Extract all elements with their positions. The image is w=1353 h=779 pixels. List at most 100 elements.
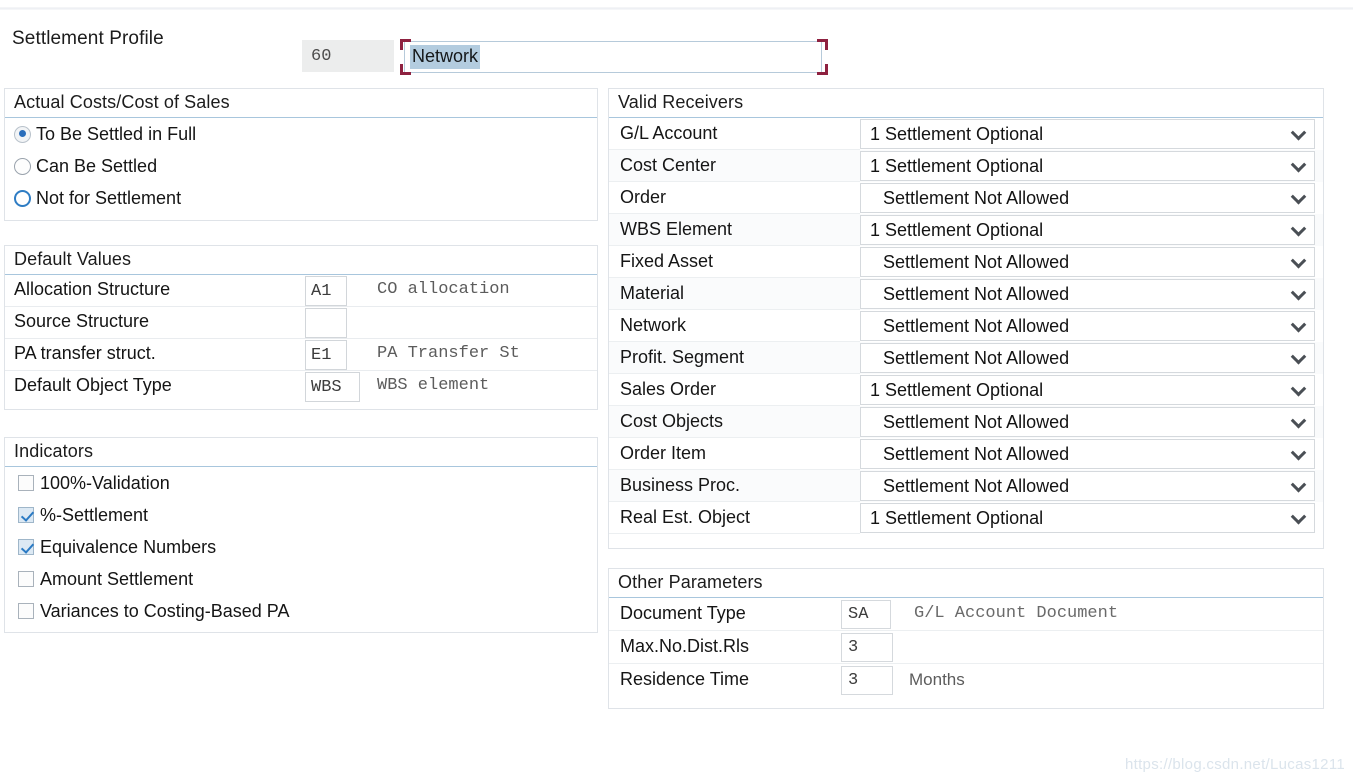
radio-label: To Be Settled in Full (36, 123, 197, 144)
receiver-name: Network (609, 310, 860, 342)
checkbox-label: Variances to Costing-Based PA (40, 600, 290, 621)
receiver-dropdown[interactable]: Settlement Not Allowed (860, 279, 1315, 309)
checkbox-row-percent-settlement[interactable]: %-Settlement (5, 499, 597, 531)
source-structure-input[interactable] (305, 308, 347, 338)
receiver-value: Settlement Not Allowed (883, 475, 1070, 496)
receiver-dropdown[interactable]: Settlement Not Allowed (860, 407, 1315, 437)
chevron-down-icon (1292, 350, 1305, 363)
allocation-structure-description: CO allocation (377, 280, 510, 299)
radio-option-not-for-settlement[interactable]: Not for Settlement (5, 182, 597, 214)
table-row: Fixed Asset Settlement Not Allowed (609, 246, 1323, 278)
receiver-name: Order (609, 182, 860, 214)
actual-costs-panel: Actual Costs/Cost of Sales To Be Settled… (4, 88, 598, 221)
receiver-value: 1 Settlement Optional (870, 155, 1044, 176)
checkbox-row-amount-settlement[interactable]: Amount Settlement (5, 563, 597, 595)
table-row: G/L Account 1 Settlement Optional (609, 118, 1323, 150)
default-values-row-source-structure: Source Structure (5, 307, 597, 339)
document-type-description: G/L Account Document (914, 604, 1119, 623)
field-label: Document Type (620, 603, 746, 623)
table-row: Order Settlement Not Allowed (609, 182, 1323, 214)
table-row: Cost Center 1 Settlement Optional (609, 150, 1323, 182)
receiver-name: WBS Element (609, 214, 860, 246)
actual-costs-title: Actual Costs/Cost of Sales (5, 89, 597, 118)
default-object-type-description: WBS element (377, 376, 490, 395)
focus-bracket-bottom-right-icon (817, 64, 828, 75)
receiver-name: Real Est. Object (609, 502, 860, 534)
checkbox-label: %-Settlement (40, 504, 149, 525)
document-type-input[interactable]: SA (841, 600, 891, 629)
receiver-value: Settlement Not Allowed (883, 443, 1070, 464)
pa-transfer-struct-description: PA Transfer St (377, 344, 520, 363)
table-row: Cost Objects Settlement Not Allowed (609, 406, 1323, 438)
receiver-name: Cost Objects (609, 406, 860, 438)
watermark: https://blog.csdn.net/Lucas1211 (1124, 756, 1345, 773)
receiver-name: Fixed Asset (609, 246, 860, 278)
chevron-down-icon (1292, 254, 1305, 267)
radio-icon-focused (14, 189, 31, 207)
receiver-value: 1 Settlement Optional (870, 123, 1044, 144)
table-row: Real Est. Object 1 Settlement Optional (609, 502, 1323, 534)
residence-time-input[interactable]: 3 (841, 666, 893, 695)
receiver-dropdown[interactable]: 1 Settlement Optional (860, 119, 1315, 149)
indicators-panel: Indicators 100%-Validation %-Settlement … (4, 437, 598, 633)
receiver-value: 1 Settlement Optional (870, 219, 1044, 240)
focus-bracket-top-left-icon (400, 39, 411, 50)
receiver-dropdown[interactable]: 1 Settlement Optional (860, 503, 1315, 533)
radio-label: Can Be Settled (36, 155, 158, 176)
allocation-structure-input[interactable]: A1 (305, 276, 347, 306)
checkbox-row-equivalence-numbers[interactable]: Equivalence Numbers (5, 531, 597, 563)
checkbox-label: Amount Settlement (40, 568, 194, 589)
receiver-dropdown[interactable]: Settlement Not Allowed (860, 183, 1315, 213)
radio-option-to-be-settled-in-full[interactable]: To Be Settled in Full (5, 118, 597, 150)
table-row: Material Settlement Not Allowed (609, 278, 1323, 310)
receiver-dropdown[interactable]: 1 Settlement Optional (860, 375, 1315, 405)
field-label: Residence Time (620, 669, 750, 689)
receiver-value: Settlement Not Allowed (883, 347, 1070, 368)
receiver-name: Profit. Segment (609, 342, 860, 374)
receiver-name: G/L Account (609, 118, 860, 150)
settlement-profile-key-field[interactable]: 60 (302, 40, 394, 72)
receiver-value: Settlement Not Allowed (883, 283, 1070, 304)
table-row: WBS Element 1 Settlement Optional (609, 214, 1323, 246)
radio-option-can-be-settled[interactable]: Can Be Settled (5, 150, 597, 182)
receiver-dropdown[interactable]: Settlement Not Allowed (860, 471, 1315, 501)
max-no-dist-rls-input[interactable]: 3 (841, 633, 893, 662)
receiver-name: Sales Order (609, 374, 860, 406)
settlement-profile-description-input[interactable]: Network (404, 41, 822, 73)
chevron-down-icon (1292, 222, 1305, 235)
other-parameters-panel: Other Parameters Document Type SA G/L Ac… (608, 568, 1324, 709)
chevron-down-icon (1292, 318, 1305, 331)
receiver-dropdown[interactable]: Settlement Not Allowed (860, 247, 1315, 277)
receiver-value: Settlement Not Allowed (883, 315, 1070, 336)
radio-icon-checked (14, 125, 31, 143)
receiver-dropdown[interactable]: 1 Settlement Optional (860, 215, 1315, 245)
pa-transfer-struct-input[interactable]: E1 (305, 340, 347, 370)
chevron-down-icon (1292, 478, 1305, 491)
checkbox-icon-unchecked (18, 603, 34, 619)
default-values-row-default-object-type: Default Object Type WBS WBS element (5, 371, 597, 403)
default-object-type-input[interactable]: WBS (305, 372, 360, 402)
checkbox-icon-unchecked (18, 475, 34, 491)
other-parameters-row-document-type: Document Type SA G/L Account Document (609, 598, 1323, 631)
radio-icon-empty (14, 157, 31, 175)
page-title: Settlement Profile (12, 28, 164, 49)
checkbox-row-variances-to-costing-based-pa[interactable]: Variances to Costing-Based PA (5, 595, 597, 627)
focus-bracket-top-right-icon (817, 39, 828, 50)
valid-receivers-panel: Valid Receivers G/L Account 1 Settlement… (608, 88, 1324, 549)
table-row: Profit. Segment Settlement Not Allowed (609, 342, 1323, 374)
receiver-dropdown[interactable]: Settlement Not Allowed (860, 439, 1315, 469)
receiver-dropdown[interactable]: Settlement Not Allowed (860, 311, 1315, 341)
field-label: Allocation Structure (14, 279, 171, 299)
checkbox-row-100-validation[interactable]: 100%-Validation (5, 467, 597, 499)
field-label: Default Object Type (14, 375, 172, 395)
other-parameters-title: Other Parameters (609, 569, 1323, 598)
checkbox-icon-checked (18, 539, 34, 555)
receiver-dropdown[interactable]: 1 Settlement Optional (860, 151, 1315, 181)
field-label: PA transfer struct. (14, 343, 156, 363)
chevron-down-icon (1292, 382, 1305, 395)
receiver-dropdown[interactable]: Settlement Not Allowed (860, 343, 1315, 373)
indicators-title: Indicators (5, 438, 597, 467)
receiver-value: 1 Settlement Optional (870, 379, 1044, 400)
checkbox-label: Equivalence Numbers (40, 536, 217, 557)
table-row: Order Item Settlement Not Allowed (609, 438, 1323, 470)
